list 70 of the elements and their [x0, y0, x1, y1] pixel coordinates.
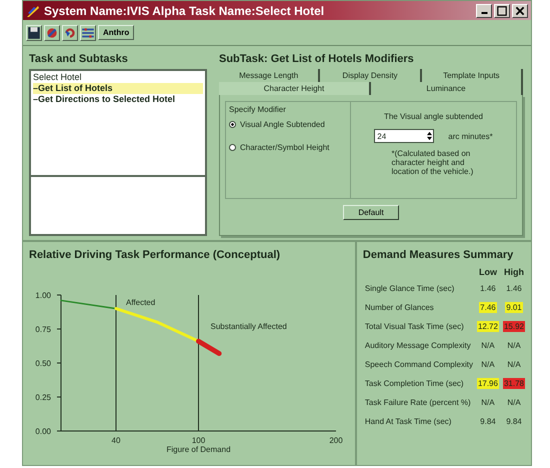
high-value: 15.92: [502, 321, 525, 332]
radio-option[interactable]: Visual Angle Subtended: [229, 120, 347, 130]
minimize-icon: [480, 12, 488, 14]
y-tick-label: 0.75: [35, 325, 51, 334]
column-header: High: [502, 266, 525, 279]
radio-label: Visual Angle Subtended: [240, 120, 325, 130]
tab[interactable]: Template Inputs: [422, 69, 523, 82]
high-value: N/A: [506, 359, 522, 370]
angle-spinner[interactable]: 24: [374, 129, 434, 144]
summary-title: Demand Measures Summary: [362, 248, 514, 263]
zone-label: Affected: [126, 298, 156, 307]
measure-label: Task Completion Time (sec): [364, 378, 465, 390]
radio-button[interactable]: [229, 144, 236, 152]
high-value: 9.84: [505, 416, 523, 427]
low-value: 12.72: [476, 321, 499, 332]
high-value: N/A: [506, 397, 522, 408]
radio-label: Character/Symbol Height: [240, 143, 330, 152]
maximize-button[interactable]: [494, 4, 510, 18]
measure-label: Speech Command Complexity: [364, 359, 474, 371]
low-value: 17.96: [476, 378, 499, 389]
task-item[interactable]: Select Hotel: [33, 72, 203, 84]
x-axis-label: Figure of Demand: [166, 445, 231, 454]
subtask-item[interactable]: –Get Directions to Selected Hotel: [33, 94, 203, 106]
x-tick-label: 100: [192, 436, 206, 445]
group-title: Specify Modifier: [229, 105, 287, 114]
high-value: 9.01: [505, 302, 523, 313]
measure-label: Auditory Message Complexity: [364, 340, 472, 352]
tab[interactable]: Character Height: [219, 82, 371, 96]
low-value: N/A: [480, 397, 496, 408]
settings-icon[interactable]: [80, 24, 96, 41]
default-button[interactable]: Default: [343, 205, 399, 220]
high-value: 31.78: [502, 378, 525, 389]
refresh-icon[interactable]: [62, 24, 78, 41]
y-tick-label: 1.00: [35, 291, 51, 300]
low-value: N/A: [480, 340, 496, 351]
panel-title: SubTask: Get List of Hotels Modifiers: [219, 52, 415, 68]
measure-label: Number of Glances: [364, 302, 435, 314]
low-value: 9.84: [479, 416, 497, 427]
close-button[interactable]: [512, 4, 528, 18]
window-title: System Name:IVIS Alpha Task Name:Select Hotel: [44, 4, 326, 18]
zone-label: Substantially Affected: [210, 322, 287, 331]
note-text: *(Calculated based on character height and location of the vehicle.): [392, 149, 474, 176]
anthro-button[interactable]: Anthro: [98, 25, 134, 40]
app-icon: [26, 4, 40, 18]
y-tick-label: 0.50: [35, 359, 51, 368]
radio-option[interactable]: Character/Symbol Height: [229, 143, 347, 152]
high-value: N/A: [506, 340, 522, 351]
high-value: 1.46: [505, 283, 523, 294]
unit-label: arc minutes*: [448, 132, 493, 141]
y-tick-label: 0.25: [35, 393, 51, 402]
low-value: N/A: [480, 359, 496, 370]
panel-title: Task and Subtasks: [29, 52, 129, 68]
low-value: 1.46: [479, 283, 497, 294]
minimize-button[interactable]: [476, 4, 492, 18]
maximize-icon: [495, 4, 509, 16]
x-tick-label: 40: [112, 436, 120, 445]
low-value: 7.46: [479, 302, 497, 313]
subtask-item[interactable]: –Get List of Hotels: [33, 83, 203, 94]
measure-label: Hand At Task Time (sec): [364, 416, 452, 428]
measure-label: Single Glance Time (sec): [364, 283, 456, 295]
chart-title: Relative Driving Task Performance (Conceptual): [29, 248, 282, 261]
column-header: Low: [478, 266, 498, 279]
close-icon: [513, 4, 527, 16]
x-tick-label: 200: [329, 436, 343, 445]
measure-label: Total Visual Task Time (sec): [364, 321, 465, 333]
radio-button[interactable]: [229, 121, 236, 128]
y-tick-label: 0.00: [35, 427, 51, 436]
measure-label: Task Failure Rate (percent %): [364, 397, 472, 409]
angle-label: The Visual angle subtended: [384, 112, 484, 122]
save-icon[interactable]: [26, 24, 42, 41]
